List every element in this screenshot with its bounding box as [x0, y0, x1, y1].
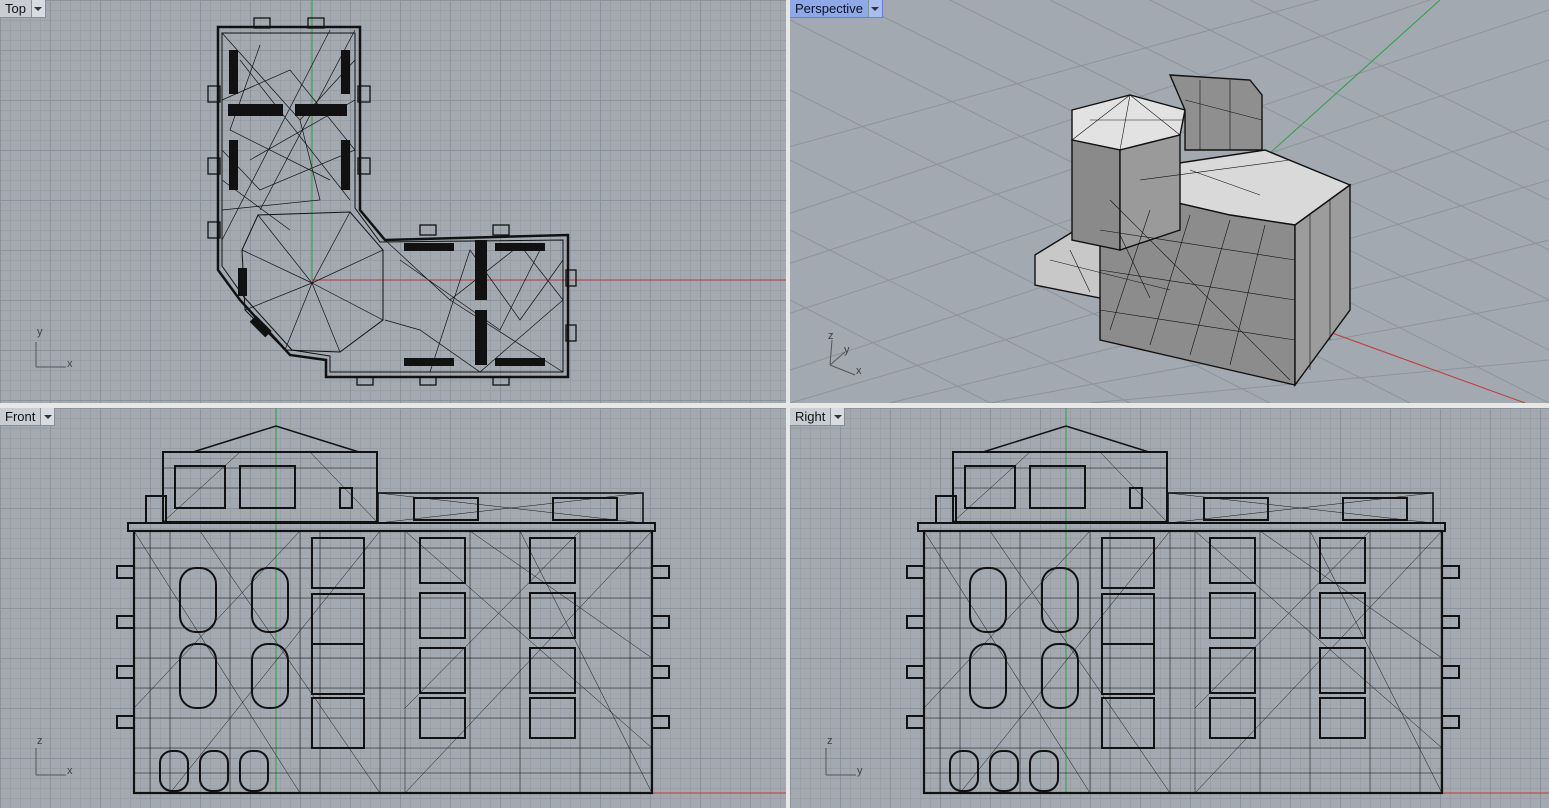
viewport-title-label: Perspective	[795, 1, 863, 16]
viewport-menu-icon[interactable]	[830, 408, 845, 425]
right-view-canvas	[825, 408, 1549, 795]
front-view-canvas	[35, 408, 786, 795]
gizmo-w-label: z	[828, 330, 834, 342]
axis-gizmo-icon	[35, 342, 66, 368]
perspective-view-canvas	[790, 0, 1549, 403]
top-view-canvas	[35, 0, 786, 386]
building-wireframe-plan	[207, 17, 577, 386]
building-wireframe-elevation	[906, 425, 1460, 795]
viewport-perspective[interactable]: x y z Perspective	[790, 0, 1549, 403]
viewport-title-front[interactable]: Front	[0, 408, 56, 426]
gizmo-u-label: x	[67, 765, 73, 777]
viewport-menu-icon[interactable]	[40, 408, 55, 425]
viewport-front[interactable]: x z Front	[0, 408, 786, 808]
axis-gizmo-icon	[829, 339, 856, 376]
viewport-top[interactable]: x y Top	[0, 0, 786, 403]
viewport-right[interactable]: y z Right	[790, 408, 1549, 808]
gizmo-u-label: x	[67, 358, 73, 370]
viewport-menu-icon[interactable]	[867, 0, 882, 17]
axis-gizmo-icon	[825, 748, 856, 776]
building-wireframe-3d	[1034, 74, 1352, 388]
viewport-title-top[interactable]: Top	[0, 0, 46, 18]
viewport-title-label: Right	[795, 409, 826, 424]
gizmo-u-label: x	[856, 365, 862, 377]
gizmo-v-label: z	[827, 735, 833, 747]
viewport-title-label: Top	[5, 1, 26, 16]
building-wireframe-elevation	[116, 425, 670, 795]
viewport-title-perspective[interactable]: Perspective	[790, 0, 883, 18]
viewport-title-right[interactable]: Right	[790, 408, 846, 426]
axis-gizmo-icon	[35, 748, 66, 776]
gizmo-v-label: z	[37, 735, 43, 747]
viewport-menu-icon[interactable]	[30, 0, 45, 17]
gizmo-v-label: y	[37, 326, 43, 338]
viewport-title-label: Front	[5, 409, 36, 424]
gizmo-v-label: y	[844, 344, 850, 356]
gizmo-u-label: y	[857, 765, 863, 777]
